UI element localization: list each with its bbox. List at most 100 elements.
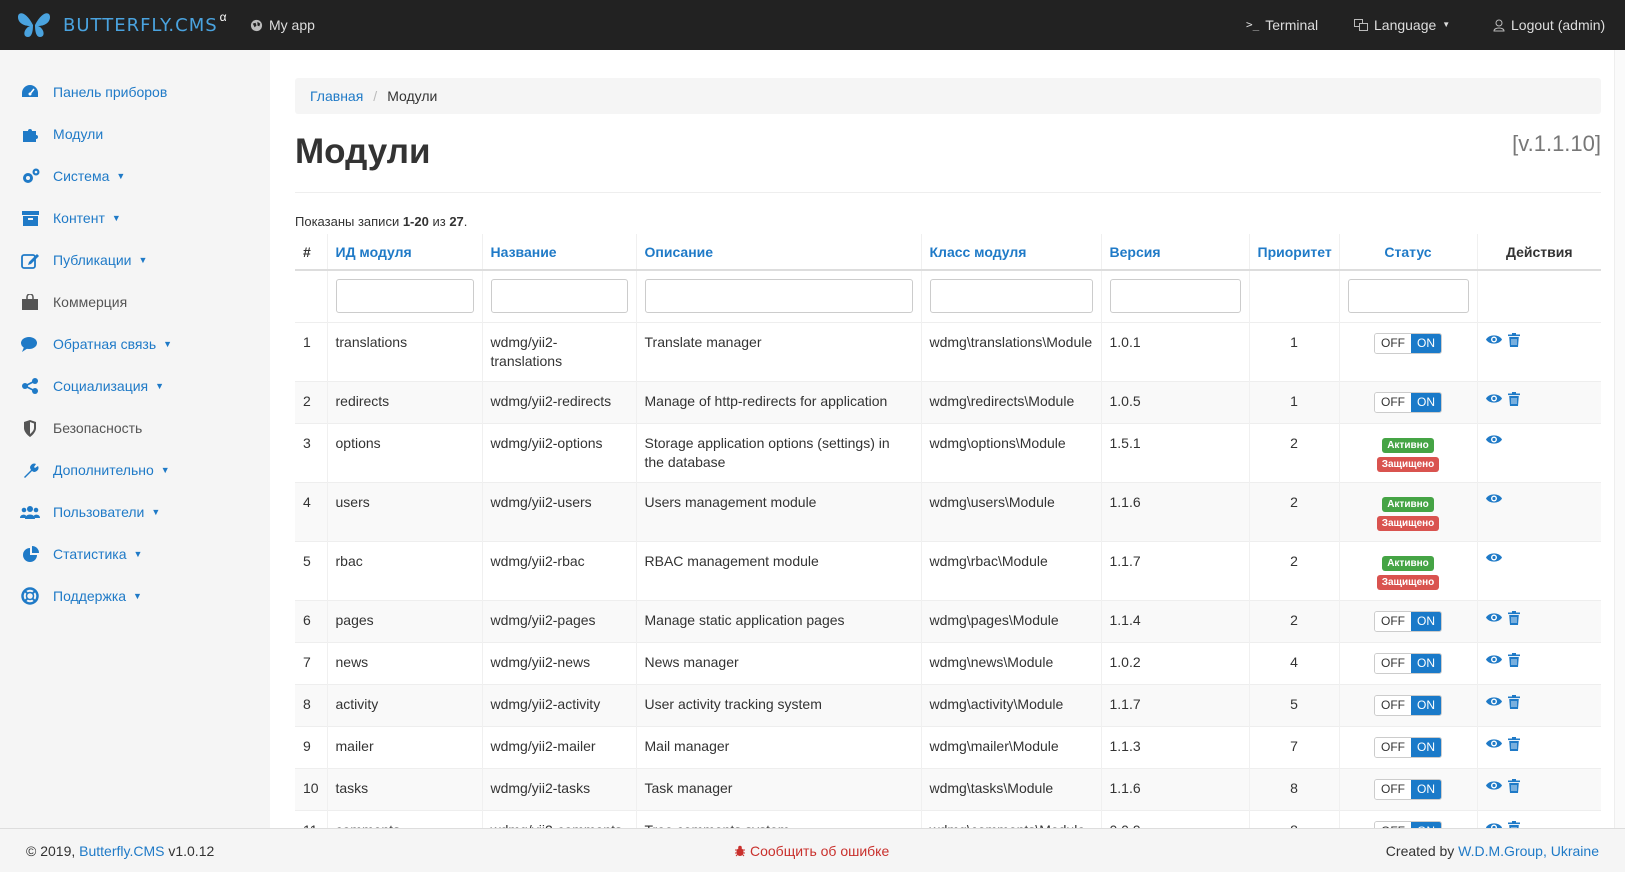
- delete-trash-icon[interactable]: [1507, 610, 1520, 625]
- sidebar-item-7[interactable]: Обратная связь ▼: [20, 332, 172, 356]
- table-row: 2 redirects wdmg/yii2-redirects Manage of h…: [295, 380, 1601, 423]
- cell-version: 0.0.9: [1100, 809, 1249, 828]
- view-eye-icon[interactable]: [1485, 696, 1502, 707]
- brand-logo[interactable]: BUTTERFLY.CMS α: [16, 9, 227, 41]
- cell-actions: [1476, 725, 1601, 768]
- sidebar-item-4[interactable]: Контент ▼: [20, 206, 121, 230]
- sidebar-item-3[interactable]: Система ▼: [20, 164, 125, 188]
- sidebar-item-8[interactable]: Социализация ▼: [20, 374, 164, 398]
- status-toggle[interactable]: OFFON: [1374, 778, 1442, 800]
- sidebar-item-label: Безопасность: [53, 420, 143, 436]
- status-toggle[interactable]: OFFON: [1374, 736, 1442, 758]
- report-bug-link[interactable]: Сообщить об ошибке: [734, 843, 889, 859]
- delete-trash-icon[interactable]: [1507, 736, 1520, 751]
- view-eye-icon[interactable]: [1485, 434, 1502, 445]
- delete-trash-icon[interactable]: [1507, 694, 1520, 709]
- sidebar-item-1[interactable]: Панель приборов: [20, 80, 167, 104]
- chevron-down-icon: ▼: [163, 339, 173, 349]
- view-eye-icon[interactable]: [1485, 654, 1502, 665]
- view-eye-icon[interactable]: [1485, 612, 1502, 623]
- sidebar-item-6[interactable]: Коммерция: [20, 290, 127, 314]
- table-row: 1 translations wdmg/yii2-translations Trans…: [295, 321, 1601, 381]
- view-eye-icon[interactable]: [1485, 552, 1502, 563]
- language-dropdown[interactable]: Language ▼: [1354, 0, 1450, 50]
- filter-module-id-input[interactable]: [335, 279, 474, 314]
- my-app-link[interactable]: My app: [250, 0, 315, 50]
- sidebar-item-label: Модули: [53, 126, 104, 142]
- terminal-link[interactable]: >_ Terminal: [1246, 0, 1318, 50]
- filter-class-input[interactable]: [929, 279, 1093, 314]
- sidebar-item-9[interactable]: Безопасность: [20, 416, 142, 440]
- delete-trash-icon[interactable]: [1507, 652, 1520, 667]
- filter-status-input[interactable]: [1347, 279, 1469, 314]
- cell-module-id: redirects: [326, 380, 482, 423]
- filter-version-input[interactable]: [1109, 279, 1241, 314]
- cell-name: wdmg/yii2-tasks: [481, 767, 636, 810]
- sidebar-item-11[interactable]: Пользователи ▼: [20, 500, 160, 524]
- delete-trash-icon[interactable]: [1507, 820, 1520, 828]
- cell-num: 5: [295, 540, 327, 600]
- filter-description-input[interactable]: [644, 279, 913, 314]
- sidebar-item-12[interactable]: Статистика ▼: [20, 542, 142, 566]
- status-badge-protected: Защищено: [1376, 456, 1440, 472]
- footer-author-link[interactable]: W.D.M.Group, Ukraine: [1458, 843, 1599, 859]
- table-row: 7 news wdmg/yii2-news News manager wdmg\news…: [295, 641, 1601, 684]
- breadcrumb-home-link[interactable]: Главная: [310, 88, 363, 104]
- status-toggle[interactable]: OFFON: [1374, 332, 1442, 354]
- cell-status: Активно Защищено: [1338, 481, 1477, 541]
- footer-brand-link[interactable]: Butterfly.CMS: [79, 843, 164, 859]
- cell-priority: 1: [1248, 321, 1339, 381]
- status-toggle[interactable]: OFFON: [1374, 694, 1442, 716]
- toggle-off-label: OFF: [1375, 695, 1411, 715]
- chevron-down-icon: ▼: [111, 213, 121, 223]
- cell-name: wdmg/yii2-redirects: [481, 380, 636, 423]
- view-eye-icon[interactable]: [1485, 493, 1502, 504]
- col-header-status[interactable]: Статус: [1338, 234, 1477, 271]
- col-header-description[interactable]: Описание: [635, 234, 921, 271]
- filter-name-input[interactable]: [490, 279, 628, 314]
- sidebar-item-5[interactable]: Публикации ▼: [20, 248, 147, 272]
- col-header-priority[interactable]: Приоритет: [1248, 234, 1339, 271]
- summary-mid: из: [428, 214, 450, 229]
- dashboard-icon: [20, 83, 40, 101]
- sidebar-item-label: Обратная связь: [53, 336, 157, 352]
- copyright-prefix: © 2019,: [26, 843, 80, 859]
- view-eye-icon[interactable]: [1485, 393, 1502, 404]
- view-eye-icon[interactable]: [1485, 738, 1502, 749]
- view-eye-icon[interactable]: [1485, 780, 1502, 791]
- delete-trash-icon[interactable]: [1507, 391, 1520, 406]
- cell-num: 10: [295, 767, 327, 810]
- page-scrollbar[interactable]: [1614, 50, 1625, 828]
- col-header-version[interactable]: Версия: [1100, 234, 1249, 271]
- sidebar-item-2[interactable]: Модули: [20, 122, 103, 146]
- cell-version: 1.1.7: [1100, 540, 1249, 600]
- filter-cell-empty: [1248, 270, 1339, 322]
- cell-num: 9: [295, 725, 327, 768]
- cell-module-id: pages: [326, 599, 482, 642]
- col-header-class[interactable]: Класс модуля: [920, 234, 1101, 271]
- cell-priority: 4: [1248, 641, 1339, 684]
- cell-num: 2: [295, 380, 327, 423]
- col-header-module-id[interactable]: ИД модуля: [326, 234, 482, 271]
- table-row: 6 pages wdmg/yii2-pages Manage static appli…: [295, 599, 1601, 642]
- cell-actions: [1476, 641, 1601, 684]
- sidebar-item-13[interactable]: Поддержка ▼: [20, 584, 142, 608]
- cell-num: 11: [295, 809, 327, 828]
- col-header-name[interactable]: Название: [481, 234, 636, 271]
- cell-status: Активно Защищено: [1338, 422, 1477, 482]
- my-app-label: My app: [269, 17, 315, 33]
- toggle-on-label: ON: [1411, 695, 1441, 715]
- user-icon: [1493, 19, 1505, 31]
- delete-trash-icon[interactable]: [1507, 332, 1520, 347]
- status-toggle[interactable]: OFFON: [1374, 610, 1442, 632]
- delete-trash-icon[interactable]: [1507, 778, 1520, 793]
- status-toggle[interactable]: OFFON: [1374, 820, 1442, 828]
- logout-link[interactable]: Logout (admin): [1493, 0, 1605, 50]
- sidebar-item-10[interactable]: Дополнительно ▼: [20, 458, 170, 482]
- status-toggle[interactable]: OFFON: [1374, 391, 1442, 413]
- shield-icon: [20, 419, 40, 437]
- view-eye-icon[interactable]: [1485, 334, 1502, 345]
- cell-version: 1.0.5: [1100, 380, 1249, 423]
- status-toggle[interactable]: OFFON: [1374, 652, 1442, 674]
- puzzle-icon: [20, 125, 40, 143]
